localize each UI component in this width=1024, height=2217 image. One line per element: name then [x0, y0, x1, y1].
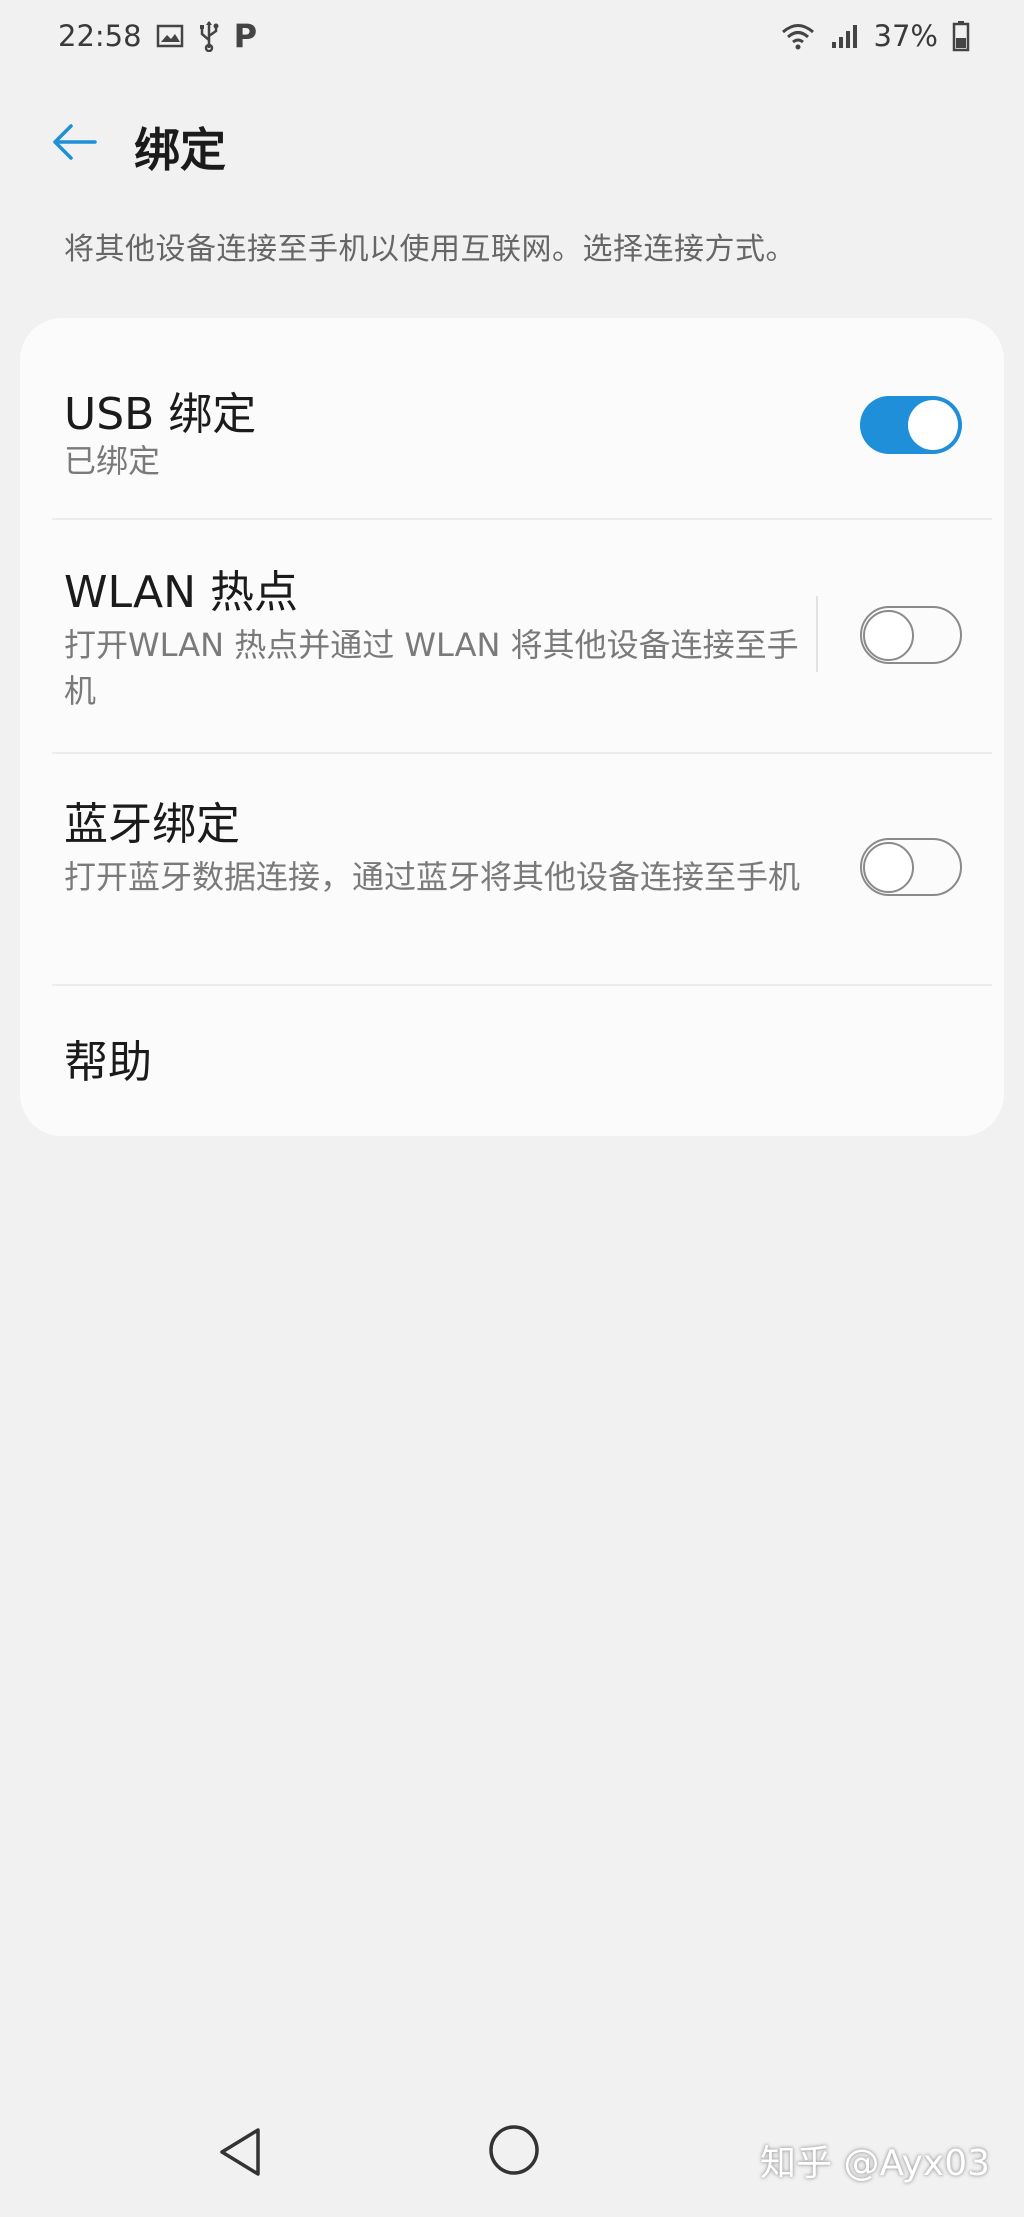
toggle-knob — [863, 841, 914, 893]
wifi-hotspot-icon — [780, 21, 816, 51]
battery-icon — [952, 20, 970, 52]
tethering-screen: 22:58 P 37% 绑定 将其他设备连接至手机以使用互联网。选择连接方式。 … — [0, 0, 1024, 2217]
status-left: 22:58 P — [58, 17, 257, 55]
triangle-back-icon — [220, 2128, 260, 2176]
usb-icon — [198, 20, 220, 52]
page-title: 绑定 — [134, 123, 226, 177]
signal-icon — [830, 22, 860, 50]
battery-percent: 37% — [873, 19, 938, 53]
settings-card: USB 绑定 已绑定 WLAN 热点 打开WLAN 热点并通过 WLAN 将其他… — [20, 318, 1004, 1136]
bluetooth-tethering-description: 打开蓝牙数据连接，通过蓝牙将其他设备连接至手机 — [64, 858, 801, 896]
usb-tethering-status: 已绑定 — [64, 442, 161, 480]
p-icon: P — [233, 17, 258, 55]
bluetooth-tethering-toggle[interactable] — [860, 838, 962, 896]
status-bar: 22:58 P 37% — [0, 0, 1024, 72]
usb-tethering-row[interactable]: USB 绑定 已绑定 — [20, 318, 1004, 518]
page-description: 将其他设备连接至手机以使用互联网。选择连接方式。 — [64, 232, 796, 267]
toggle-knob — [863, 609, 914, 661]
wlan-hotspot-row[interactable]: WLAN 热点 打开WLAN 热点并通过 WLAN 将其他设备连接至手机 — [20, 520, 1004, 752]
watermark: 知乎 @Ayx03 — [760, 2143, 991, 2184]
status-right: 37% — [780, 19, 970, 53]
nav-home-button[interactable] — [486, 2122, 542, 2182]
help-title: 帮助 — [64, 1037, 152, 1088]
app-header: 绑定 — [0, 100, 1024, 180]
vertical-separator — [816, 596, 818, 672]
wlan-hotspot-title: WLAN 热点 — [64, 567, 299, 618]
usb-tethering-toggle[interactable] — [860, 396, 962, 454]
gallery-icon — [156, 23, 184, 49]
help-row[interactable]: 帮助 — [20, 986, 1004, 1136]
bluetooth-tethering-row[interactable]: 蓝牙绑定 打开蓝牙数据连接，通过蓝牙将其他设备连接至手机 — [20, 754, 1004, 986]
back-button[interactable] — [46, 118, 102, 166]
back-arrow-icon — [53, 124, 97, 160]
toggle-knob — [908, 400, 958, 450]
bluetooth-tethering-title: 蓝牙绑定 — [64, 799, 240, 850]
nav-back-button[interactable] — [214, 2124, 266, 2184]
usb-tethering-title: USB 绑定 — [64, 389, 257, 440]
circle-home-icon — [489, 2125, 539, 2175]
wlan-hotspot-description: 打开WLAN 热点并通过 WLAN 将其他设备连接至手机 — [64, 626, 799, 710]
status-time: 22:58 — [58, 19, 142, 53]
wlan-hotspot-toggle[interactable] — [860, 606, 962, 664]
